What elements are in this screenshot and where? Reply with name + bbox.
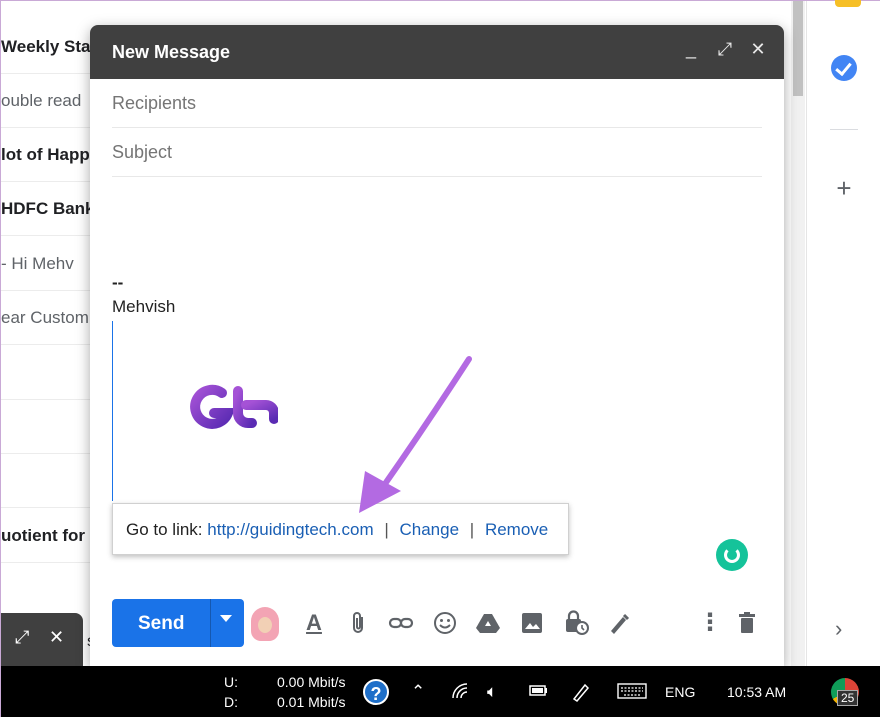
inbox-row[interactable]: uotient for — [1, 509, 101, 563]
expand-icon[interactable]: ⤢ — [15, 627, 29, 648]
download-speed: 0.01 Mbit/s — [277, 694, 346, 710]
show-hidden-icons-icon[interactable]: ⌃ — [411, 682, 425, 702]
download-label: D: — [224, 694, 238, 710]
language-indicator[interactable]: ENG — [665, 684, 695, 700]
inbox-row-text: uotient for — [1, 526, 86, 545]
upload-speed: 0.00 Mbit/s — [277, 674, 346, 690]
pen-icon[interactable] — [571, 682, 591, 707]
inbox-row[interactable]: ouble read — [1, 74, 101, 128]
grammarly-icon[interactable] — [716, 539, 748, 571]
subject-field[interactable]: Subject — [112, 128, 762, 177]
link-popup: Go to link: http://guidingtech.com | Cha… — [112, 503, 569, 555]
chevron-right-icon[interactable]: › — [835, 616, 842, 642]
panel-divider — [830, 129, 858, 130]
link-url[interactable]: http://guidingtech.com — [207, 520, 373, 539]
notification-count-badge: 25 — [837, 690, 859, 706]
volume-icon[interactable]: 🔈︎ — [487, 682, 497, 702]
emoji-icon[interactable] — [431, 609, 459, 637]
confidential-mode-icon[interactable] — [562, 609, 590, 637]
link-popup-prefix: Go to link: — [126, 520, 203, 539]
wifi-icon[interactable] — [451, 682, 469, 705]
inbox-row[interactable]: lot of Happ — [1, 128, 101, 182]
inbox-row[interactable]: HDFC Bank — [1, 182, 101, 236]
insert-link-icon[interactable] — [387, 609, 415, 637]
tasks-icon[interactable] — [831, 55, 857, 81]
inbox-row[interactable] — [1, 454, 101, 508]
fullscreen-icon[interactable]: ⤢ — [714, 39, 736, 60]
minimized-draft[interactable]: ⤢ ✕ — [1, 613, 83, 666]
inbox-row[interactable] — [1, 400, 101, 454]
scrollbar[interactable] — [791, 1, 805, 666]
compose-title: New Message — [112, 42, 231, 62]
send-label: Send — [138, 613, 185, 634]
side-panel: + › — [806, 0, 880, 666]
inbox-row-text: HDFC Bank — [1, 199, 95, 218]
bitmoji-icon[interactable] — [251, 607, 279, 641]
attach-file-icon[interactable] — [345, 609, 373, 637]
recipients-placeholder: Recipients — [112, 93, 197, 113]
inbox-row[interactable]: ear Custom — [1, 291, 101, 345]
taskbar: U: D: 0.00 Mbit/s 0.01 Mbit/s ? ⌃ 🔈︎ ENG… — [1, 666, 880, 717]
signature-dash: -- — [112, 273, 124, 292]
send-divider — [210, 599, 211, 647]
add-addon-icon[interactable]: + — [832, 175, 856, 201]
inbox-row-text: ear Custom — [1, 308, 89, 327]
inbox-row-text: ouble read — [1, 91, 82, 110]
inbox-row-text: - Hi Mehv — [1, 254, 74, 273]
schedule-send-dropdown-icon[interactable] — [220, 615, 232, 622]
insert-photo-icon[interactable] — [518, 609, 546, 637]
keep-icon[interactable] — [835, 0, 861, 7]
minimize-icon[interactable]: _ — [680, 39, 702, 60]
scrollbar-thumb[interactable] — [793, 1, 803, 96]
discard-draft-icon[interactable] — [733, 609, 761, 637]
inbox-row-text: Weekly Stat — [1, 37, 97, 56]
upload-label: U: — [224, 674, 238, 690]
battery-icon[interactable] — [528, 682, 548, 703]
keyboard-icon[interactable] — [617, 682, 647, 705]
signature-name: Mehvish — [112, 297, 176, 316]
send-button[interactable]: Send — [112, 599, 244, 647]
annotation-arrow — [359, 356, 472, 513]
compose-window: New Message _ ⤢ ✕ Recipients Subject -- … — [90, 25, 784, 666]
signature-icon[interactable] — [605, 609, 633, 637]
subject-placeholder: Subject — [112, 142, 173, 162]
help-icon[interactable]: ? — [363, 679, 389, 705]
inbox-row[interactable]: - Hi Mehv — [1, 237, 101, 291]
close-icon[interactable]: ✕ — [747, 39, 769, 60]
remove-link[interactable]: Remove — [485, 520, 548, 539]
formatting-options-icon[interactable]: A — [300, 609, 328, 637]
clock[interactable]: 10:53 AM — [727, 684, 786, 700]
inbox-row[interactable]: Weekly Stat — [1, 20, 101, 74]
guidingtech-logo — [190, 384, 278, 429]
close-icon[interactable]: ✕ — [49, 627, 64, 648]
drive-icon[interactable] — [474, 609, 502, 637]
inbox-row[interactable] — [1, 346, 101, 400]
more-options-icon[interactable]: ⋮ — [696, 609, 724, 637]
recipients-field[interactable]: Recipients — [112, 79, 762, 128]
inbox-row-text: lot of Happ — [1, 145, 90, 164]
compose-header[interactable]: New Message _ ⤢ ✕ — [90, 25, 784, 79]
text-cursor — [112, 321, 113, 501]
